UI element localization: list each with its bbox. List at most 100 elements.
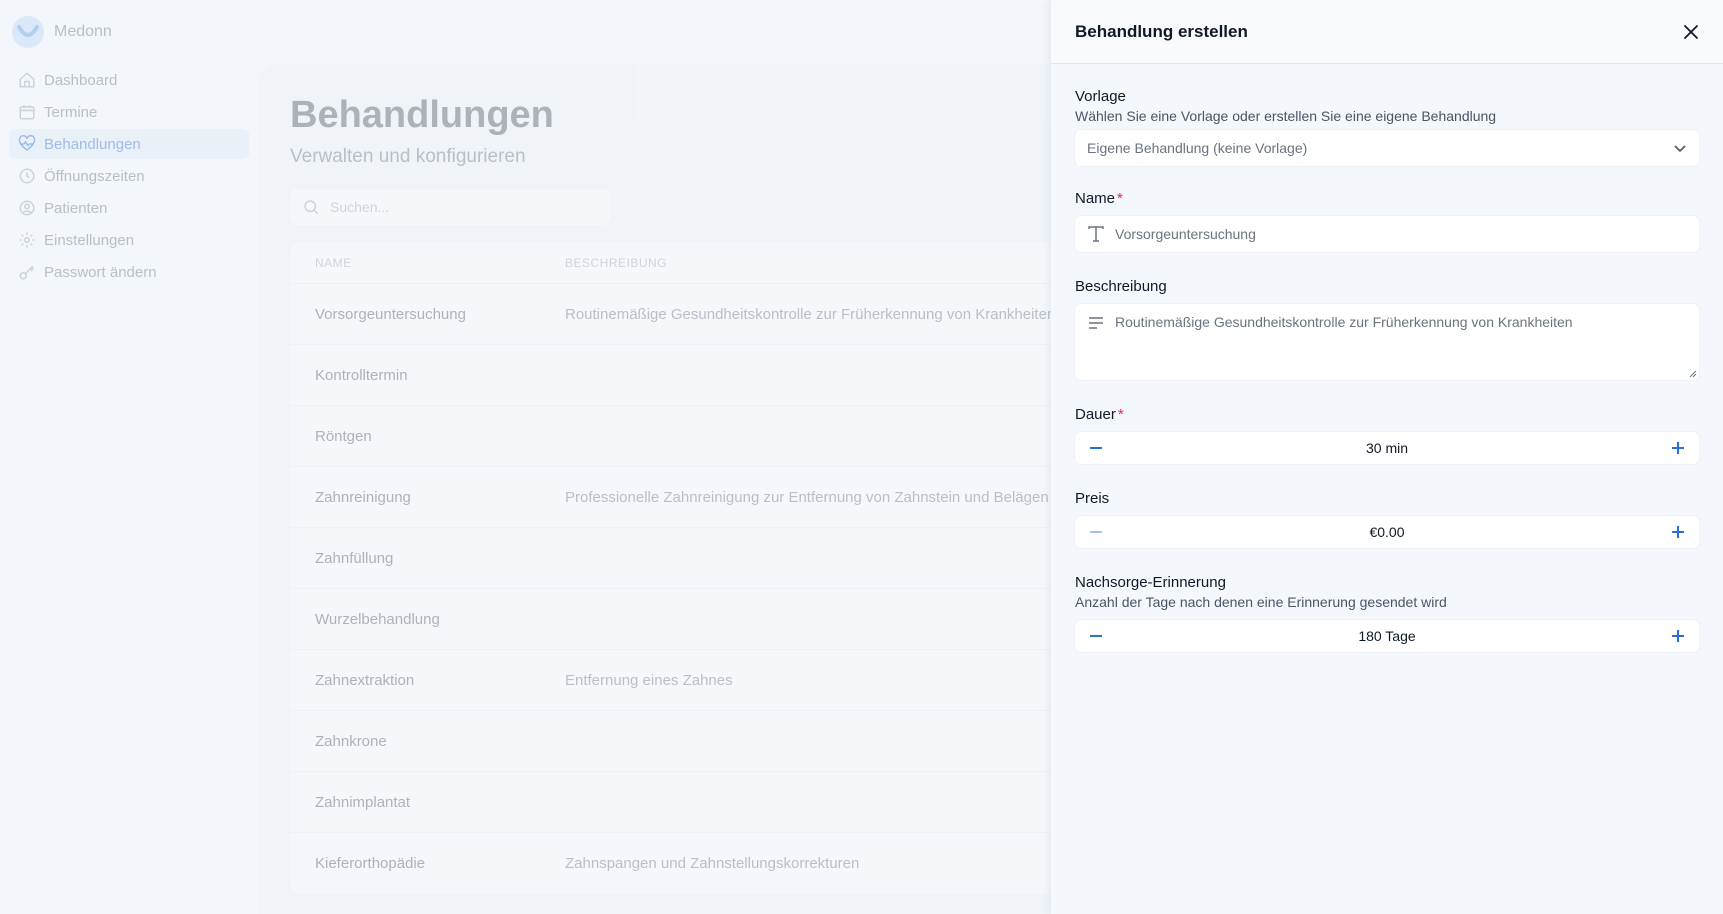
price-increment-button[interactable] <box>1669 523 1687 541</box>
sidebar-nav: Dashboard Termine Behandlungen Öffnungsz… <box>9 65 249 289</box>
sidebar-item-label: Einstellungen <box>44 231 135 249</box>
duration-value[interactable]: 30 min <box>1366 440 1408 456</box>
followup-stepper: 180 Tage <box>1075 620 1699 652</box>
table-header: NAME BESCHREIBUNG <box>290 242 1070 284</box>
plus-icon <box>1672 442 1684 454</box>
sidebar-item-einstellungen[interactable]: Einstellungen <box>9 225 249 255</box>
template-label: Vorlage <box>1075 88 1126 105</box>
table-row[interactable]: Wurzelbehandlung <box>290 589 1070 650</box>
plus-icon <box>1671 526 1684 538</box>
followup-label: Nachsorge-Erinnerung <box>1075 574 1226 591</box>
sidebar-item-patienten[interactable]: Patienten <box>9 193 249 223</box>
column-header-description[interactable]: BESCHREIBUNG <box>565 256 1070 270</box>
key-icon <box>19 265 35 280</box>
row-name: Zahnkrone <box>315 732 387 750</box>
row-name: Zahnfüllung <box>315 549 394 567</box>
text-type-icon <box>1088 226 1104 242</box>
sidebar-item-label: Dashboard <box>44 71 118 89</box>
search-placeholder: Suchen... <box>330 199 390 215</box>
row-name: Wurzelbehandlung <box>315 610 440 628</box>
row-name: Röntgen <box>315 427 372 445</box>
drawer-form: Vorlage Wählen Sie eine Vorlage oder ers… <box>1075 88 1699 652</box>
name-placeholder: Vorsorgeuntersuchung <box>1115 226 1256 242</box>
close-button[interactable] <box>1679 20 1703 44</box>
sidebar-item-label: Behandlungen <box>44 135 141 153</box>
name-label-text: Name <box>1075 190 1116 207</box>
row-description: Entfernung eines Zahnes <box>565 671 733 689</box>
price-value[interactable]: €0.00 <box>1369 524 1404 540</box>
price-stepper: €0.00 <box>1075 516 1699 548</box>
heart-pulse-icon <box>18 135 36 151</box>
table-row[interactable]: Zahnreinigung Professionelle Zahnreinigun… <box>290 467 1070 528</box>
template-select[interactable]: Eigene Behandlung (keine Vorlage) <box>1075 130 1699 166</box>
table-row[interactable]: Zahnimplantat <box>290 772 1070 833</box>
sidebar-item-label: Passwort ändern <box>44 263 157 281</box>
sidebar-item-label: Patienten <box>44 199 108 217</box>
row-name: Zahnextraktion <box>315 671 415 689</box>
home-icon <box>19 72 35 88</box>
search-input[interactable]: Suchen... <box>290 189 610 225</box>
row-name: Vorsorgeuntersuchung <box>315 305 466 323</box>
sidebar-item-passwort[interactable]: Passwort ändern <box>9 257 249 287</box>
description-label: Beschreibung <box>1075 278 1167 295</box>
minus-icon <box>1090 447 1102 449</box>
table-row[interactable]: Zahnkrone <box>290 711 1070 772</box>
medonn-logo-icon <box>12 16 44 48</box>
user-circle-icon <box>19 200 35 216</box>
duration-label: Dauer * <box>1075 406 1699 426</box>
search-icon <box>304 200 319 215</box>
required-marker: * <box>1117 406 1124 423</box>
followup-value[interactable]: 180 Tage <box>1358 628 1415 644</box>
sidebar-item-label: Öffnungszeiten <box>44 167 145 185</box>
resize-grip-icon[interactable] <box>1687 368 1697 378</box>
followup-decrement-button[interactable] <box>1087 627 1105 645</box>
template-help: Wählen Sie eine Vorlage oder erstellen S… <box>1075 108 1497 124</box>
followup-help: Anzahl der Tage nach denen eine Erinneru… <box>1075 594 1447 610</box>
price-decrement-button[interactable] <box>1087 523 1105 541</box>
chevron-down-icon <box>1674 145 1686 153</box>
name-field[interactable]: Vorsorgeuntersuchung <box>1075 216 1699 252</box>
brand[interactable]: Medonn <box>12 16 112 48</box>
sidebar-item-termine[interactable]: Termine <box>9 97 249 127</box>
brand-name: Medonn <box>54 23 112 40</box>
sidebar-item-behandlungen[interactable]: Behandlungen <box>9 129 249 159</box>
page-title: Behandlungen <box>290 94 554 136</box>
drawer-header: Behandlung erstellen <box>1051 0 1723 64</box>
create-treatment-drawer: Behandlung erstellen Vorlage Wählen Sie … <box>1051 0 1723 914</box>
row-description: Routinemäßige Gesundheitskontrolle zur F… <box>565 305 1056 323</box>
name-label: Name * <box>1075 190 1699 210</box>
table-row[interactable]: Vorsorgeuntersuchung Routinemäßige Gesund… <box>290 284 1070 345</box>
clock-icon <box>19 168 35 184</box>
calendar-icon <box>19 105 35 120</box>
description-placeholder: Routinemäßige Gesundheitskontrolle zur F… <box>1115 314 1573 330</box>
sidebar-item-label: Termine <box>44 103 98 121</box>
table-row[interactable]: Kontrolltermin <box>290 345 1070 406</box>
treatments-table: NAME BESCHREIBUNG Vorsorgeuntersuchung Ro… <box>290 242 1070 894</box>
table-row[interactable]: Zahnfüllung <box>290 528 1070 589</box>
minus-icon <box>1090 635 1102 637</box>
duration-label-text: Dauer <box>1075 406 1116 423</box>
row-description: Professionelle Zahnreinigung zur Entfern… <box>565 488 1049 506</box>
row-name: Kieferorthopädie <box>315 855 426 872</box>
gear-icon <box>19 232 35 248</box>
table-row[interactable]: Zahnextraktion Entfernung eines Zahnes <box>290 650 1070 711</box>
align-left-icon <box>1089 317 1103 329</box>
followup-increment-button[interactable] <box>1669 627 1687 645</box>
price-label: Preis <box>1075 490 1110 507</box>
row-name: Zahnimplantat <box>315 793 411 811</box>
description-field[interactable]: Routinemäßige Gesundheitskontrolle zur F… <box>1075 304 1699 380</box>
drawer-title: Behandlung erstellen <box>1075 22 1248 41</box>
table-row[interactable]: Röntgen <box>290 406 1070 467</box>
column-header-name[interactable]: NAME <box>290 256 565 270</box>
duration-stepper: 30 min <box>1075 432 1699 464</box>
close-icon <box>1684 25 1698 39</box>
sidebar-item-oeffnungszeiten[interactable]: Öffnungszeiten <box>9 161 249 191</box>
sidebar-item-dashboard[interactable]: Dashboard <box>9 65 249 95</box>
table-row[interactable]: Kieferorthopädie Zahnspangen und Zahnstel… <box>290 833 1070 894</box>
row-name: Zahnreinigung <box>315 488 411 506</box>
duration-decrement-button[interactable] <box>1087 439 1105 457</box>
duration-increment-button[interactable] <box>1669 439 1687 457</box>
page-subtitle: Verwalten und konfigurieren <box>290 146 526 167</box>
required-marker: * <box>1117 190 1123 207</box>
minus-icon <box>1090 531 1102 533</box>
